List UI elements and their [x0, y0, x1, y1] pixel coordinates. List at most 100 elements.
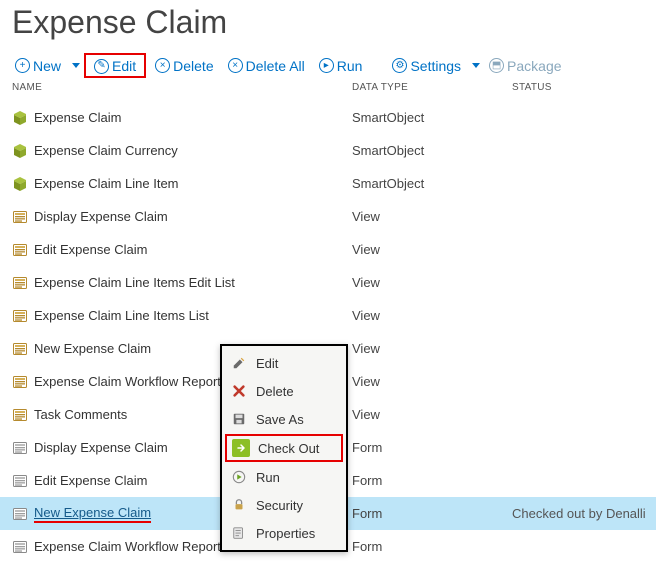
- delete-all-label: Delete All: [246, 58, 305, 74]
- view-icon: [12, 209, 28, 225]
- properties-icon: [230, 524, 248, 542]
- item-name: New Expense Claim: [34, 341, 151, 356]
- item-type: Form: [352, 473, 512, 488]
- package-button[interactable]: ⬒ Package: [484, 56, 566, 76]
- view-icon: [12, 242, 28, 258]
- play-icon: [230, 468, 248, 486]
- delete-button[interactable]: × Delete: [150, 56, 218, 76]
- item-name: Edit Expense Claim: [34, 473, 147, 488]
- ctx-check-out-label: Check Out: [258, 441, 319, 456]
- col-status-header[interactable]: STATUS: [512, 82, 646, 93]
- item-name: Expense Claim Line Items List: [34, 308, 209, 323]
- floppy-icon: [230, 410, 248, 428]
- run-button[interactable]: ▸ Run: [314, 56, 368, 76]
- item-type: Form: [352, 440, 512, 455]
- new-dropdown-caret[interactable]: [72, 63, 80, 68]
- toolbar: + New ✎ Edit × Delete × Delete All ▸ Run…: [0, 49, 656, 80]
- pencil-icon: ✎: [94, 59, 109, 74]
- item-status: Checked out by Denallix: [512, 506, 646, 521]
- item-type: View: [352, 341, 512, 356]
- item-name: Display Expense Claim: [34, 440, 168, 455]
- page-title: Expense Claim: [12, 4, 644, 41]
- edit-button[interactable]: ✎ Edit: [89, 56, 141, 76]
- table-row[interactable]: Expense Claim Line Items Edit List View: [0, 266, 656, 299]
- ctx-save-as-label: Save As: [256, 412, 304, 427]
- x-icon: [230, 382, 248, 400]
- delete-all-button[interactable]: × Delete All: [223, 56, 310, 76]
- form-icon: [12, 440, 28, 456]
- item-name: Edit Expense Claim: [34, 242, 147, 257]
- item-type: SmartObject: [352, 143, 512, 158]
- delete-label: Delete: [173, 58, 213, 74]
- item-name: Expense Claim Currency: [34, 143, 178, 158]
- view-icon: [12, 308, 28, 324]
- table-row[interactable]: Display Expense Claim View: [0, 200, 656, 233]
- item-name: New Expense Claim: [34, 505, 151, 520]
- ctx-security-label: Security: [256, 498, 303, 513]
- col-name-header[interactable]: NAME: [12, 82, 352, 93]
- ctx-run[interactable]: Run: [222, 463, 346, 491]
- item-type: View: [352, 275, 512, 290]
- col-type-header[interactable]: DATA TYPE: [352, 82, 512, 93]
- settings-button[interactable]: ⚙ Settings: [387, 56, 466, 76]
- item-name: Expense Claim Line Item: [34, 176, 179, 191]
- new-label: New: [33, 58, 61, 74]
- item-type: Form: [352, 539, 512, 554]
- ctx-delete[interactable]: Delete: [222, 377, 346, 405]
- gear-icon: ⚙: [392, 58, 407, 73]
- item-name: Expense Claim Line Items Edit List: [34, 275, 235, 290]
- settings-label: Settings: [410, 58, 461, 74]
- item-type: SmartObject: [352, 176, 512, 191]
- item-type: SmartObject: [352, 110, 512, 125]
- lock-icon: [230, 496, 248, 514]
- new-button[interactable]: + New: [10, 56, 66, 76]
- table-row[interactable]: Edit Expense Claim View: [0, 233, 656, 266]
- ctx-properties-label: Properties: [256, 526, 315, 541]
- smartobject-icon: [12, 110, 28, 126]
- ctx-save-as[interactable]: Save As: [222, 405, 346, 433]
- ctx-run-label: Run: [256, 470, 280, 485]
- item-type: View: [352, 242, 512, 257]
- ctx-security[interactable]: Security: [222, 491, 346, 519]
- delete-icon: ×: [155, 58, 170, 73]
- ctx-edit-label: Edit: [256, 356, 278, 371]
- item-name: Display Expense Claim: [34, 209, 168, 224]
- item-name: Task Comments: [34, 407, 127, 422]
- ctx-properties[interactable]: Properties: [222, 519, 346, 547]
- item-type: View: [352, 374, 512, 389]
- view-icon: [12, 407, 28, 423]
- item-name: Expense Claim Workflow Reports: [34, 374, 227, 389]
- context-menu: Edit Delete Save As Check Out Run Securi…: [220, 344, 348, 552]
- ctx-edit[interactable]: Edit: [222, 349, 346, 377]
- pencil-icon: [230, 354, 248, 372]
- edit-label: Edit: [112, 58, 136, 74]
- smartobject-icon: [12, 143, 28, 159]
- settings-dropdown-caret[interactable]: [472, 63, 480, 68]
- form-icon: [12, 473, 28, 489]
- table-row[interactable]: Expense Claim Currency SmartObject: [0, 134, 656, 167]
- run-label: Run: [337, 58, 363, 74]
- table-row[interactable]: Expense ClaimSmartObject: [0, 101, 656, 134]
- check-out-icon: [232, 439, 250, 457]
- play-icon: ▸: [319, 58, 334, 73]
- ctx-check-out[interactable]: Check Out: [225, 434, 343, 462]
- view-icon: [12, 275, 28, 291]
- item-type: View: [352, 308, 512, 323]
- item-type: View: [352, 407, 512, 422]
- form-icon: [12, 506, 28, 522]
- smartobject-icon: [12, 176, 28, 192]
- view-icon: [12, 341, 28, 357]
- package-icon: ⬒: [489, 58, 504, 73]
- item-name: Expense Claim Workflow Reports: [34, 539, 227, 554]
- item-type: View: [352, 209, 512, 224]
- view-icon: [12, 374, 28, 390]
- form-icon: [12, 539, 28, 555]
- delete-all-icon: ×: [228, 58, 243, 73]
- ctx-delete-label: Delete: [256, 384, 294, 399]
- table-row[interactable]: Expense Claim Line Items List View: [0, 299, 656, 332]
- package-label: Package: [507, 58, 561, 74]
- plus-icon: +: [15, 58, 30, 73]
- item-type: Form: [352, 506, 512, 521]
- columns-header: NAME DATA TYPE STATUS: [0, 80, 656, 95]
- table-row[interactable]: Expense Claim Line Item SmartObject: [0, 167, 656, 200]
